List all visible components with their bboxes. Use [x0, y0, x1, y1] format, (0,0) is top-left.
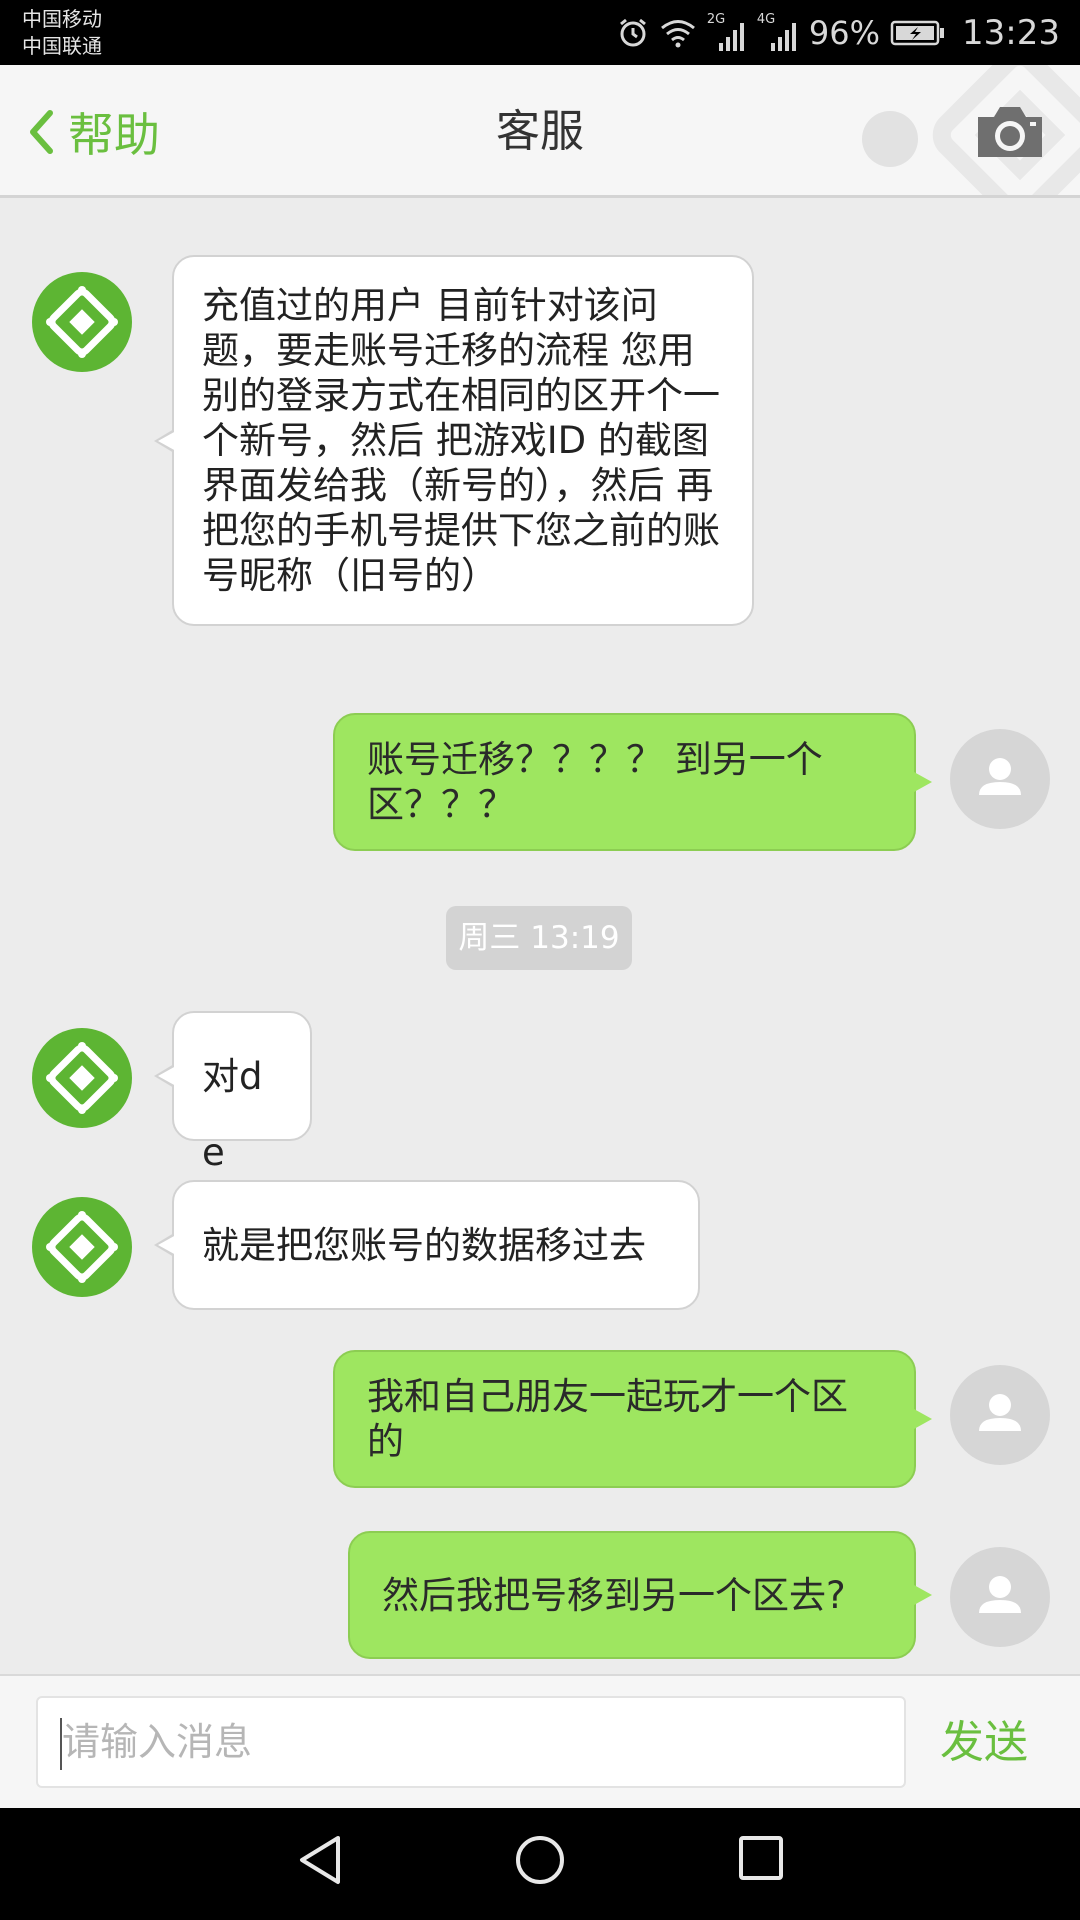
user-avatar[interactable]	[950, 1547, 1050, 1647]
back-triangle-icon[interactable]	[297, 1834, 343, 1886]
status-dot	[862, 111, 918, 167]
status-bar: 中国移动 中国联通 2G 4G 96% 13:23	[0, 0, 1080, 65]
system-nav-bar	[0, 1808, 1080, 1920]
wifi-icon	[660, 19, 695, 47]
battery-percent: 96%	[808, 13, 881, 52]
message-text: 对de	[202, 1055, 263, 1174]
send-button[interactable]: 发送	[940, 1676, 1028, 1810]
bot-avatar[interactable]	[32, 1197, 132, 1297]
signal-4g-icon: 4G	[757, 13, 799, 53]
alarm-icon	[619, 18, 646, 46]
home-circle-icon[interactable]	[514, 1834, 566, 1886]
message-text: 账号迁移？？？？ 到另一个区？？？	[367, 738, 823, 826]
message-input-placeholder: 请输入消息	[62, 1720, 253, 1764]
message-bubble[interactable]: 我和自己朋友一起玩才一个区的	[333, 1350, 932, 1488]
text-caret	[60, 1718, 62, 1770]
header-bar: 帮助 客服	[0, 65, 1080, 198]
message-text: 就是把您账号的数据移过去	[202, 1224, 646, 1267]
person-icon	[979, 1394, 1021, 1431]
bot-logo-icon	[46, 286, 118, 358]
signal-2g-icon: 2G	[707, 13, 747, 53]
message-bubble[interactable]: 就是把您账号的数据移过去	[154, 1180, 700, 1310]
message-text: 充值过的用户 目前针对该问题，要走账号迁移的流程 您用别的登录方式在相同的区开个…	[202, 284, 720, 597]
user-avatar[interactable]	[950, 729, 1050, 829]
carrier-labels: 中国移动 中国联通	[22, 6, 102, 60]
camera-icon[interactable]	[974, 103, 1046, 161]
message-text: 然后我把号移到另一个区去?	[382, 1574, 846, 1617]
user-avatar[interactable]	[950, 1365, 1050, 1465]
bot-avatar[interactable]	[32, 1028, 132, 1128]
person-icon	[979, 1576, 1021, 1613]
chat-area[interactable]: 充值过的用户 目前针对该问题，要走账号迁移的流程 您用别的登录方式在相同的区开个…	[0, 198, 1080, 1674]
recents-square-icon[interactable]	[738, 1834, 784, 1884]
message-input[interactable]: 请输入消息	[36, 1696, 906, 1788]
carrier-2: 中国联通	[22, 34, 102, 58]
timestamp-divider: 周三 13:19	[446, 906, 632, 970]
input-bar: 请输入消息 发送	[0, 1674, 1080, 1808]
carrier-1: 中国移动	[22, 7, 102, 31]
message-bubble[interactable]: 账号迁移？？？？ 到另一个区？？？	[333, 713, 932, 851]
message-bubble[interactable]: 对de	[154, 1011, 312, 1174]
clock: 13:23	[962, 12, 1060, 53]
message-bubble[interactable]: 充值过的用户 目前针对该问题，要走账号迁移的流程 您用别的登录方式在相同的区开个…	[154, 255, 754, 626]
message-text: 我和自己朋友一起玩才一个区的	[367, 1375, 848, 1463]
bot-avatar[interactable]	[32, 272, 132, 372]
status-icons: 2G 4G 96% 13:23	[617, 0, 1060, 65]
bot-logo-icon	[46, 1042, 118, 1114]
bot-logo-icon	[46, 1211, 118, 1283]
message-bubble[interactable]: 然后我把号移到另一个区去?	[348, 1531, 932, 1659]
page-title: 客服	[496, 106, 584, 157]
person-icon	[979, 758, 1021, 795]
battery-icon	[890, 20, 945, 45]
